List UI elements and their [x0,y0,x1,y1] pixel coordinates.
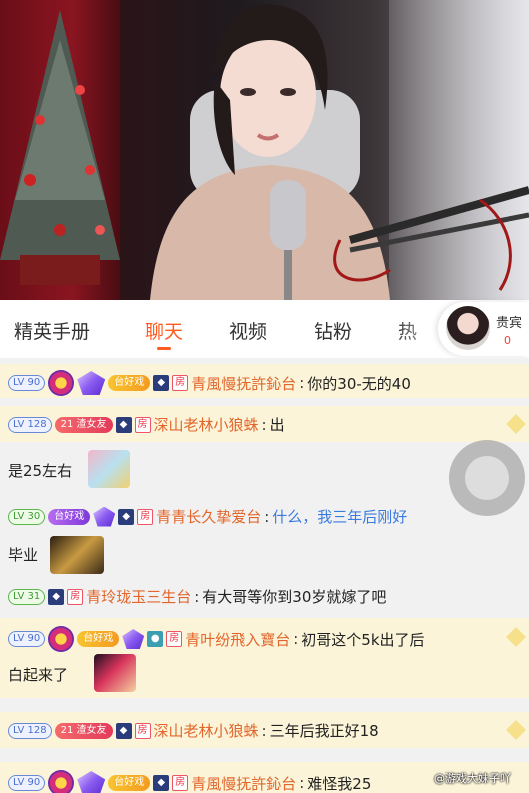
username[interactable]: 深山老林小狼蛛 [154,414,259,435]
fan-badge: 台好戏 [48,508,91,525]
chat-list[interactable]: LV 90 台好戏 ◆ 房 青風慢抚許鈊台 : 你的30-无的40 LV 128… [0,358,529,793]
username[interactable]: 青叶纷飛入寶台 [185,629,290,650]
vip-count: 0 [504,334,511,347]
sticker-image [50,536,104,574]
guild-badge-icon [48,370,75,396]
chat-message: LV 128 21 渣女友 ◆ 房 深山老林小狼蛛 : 出 [0,406,529,442]
guild-badge-icon [48,770,75,793]
message-text: 初哥这个5k出了后 [301,630,425,649]
username[interactable]: 青玲珑玉三生台 [86,586,191,607]
diamond-icon [506,414,526,434]
sticker-image [88,450,130,488]
username[interactable]: 青風慢抚許鈊台 [191,373,296,394]
message-text: 三年后我正好18 [269,722,379,740]
gem-badge-icon [77,771,106,793]
tab-diamond-fans[interactable]: 钻粉 [314,317,352,344]
tab-chat[interactable]: 聊天 [145,317,183,344]
chat-message: LV 128 21 渣女友 ◆ 房 深山老林小狼蛛 : 三年后我正好18 [0,712,529,748]
room-tag: 房 [67,588,84,605]
floating-action-button[interactable] [449,440,525,516]
floating-button-icon [465,456,509,500]
room-tag: 房 [166,631,183,647]
level-badge: LV 90 [8,775,46,791]
username[interactable]: 青青长久挚爱台 [156,506,261,527]
microphone [270,180,529,300]
message-text: 有大哥等你到30岁就嫁了吧 [202,588,387,606]
tab-bar: 精英手册 聊天 视频 钻粉 热 贵宾 0 [0,300,529,359]
chat-message: LV 90 台好戏 ◆ 房 青風慢抚許鈊台 : 你的30-无的40 [0,364,529,398]
fan-badge: 台好戏 [77,631,120,647]
host-avatar [446,306,490,350]
chat-message: LV 30 台好戏 ◆ 房 青青长久挚爱台 : 什么，我三年后刚好 [8,506,407,527]
level-badge: LV 31 [8,588,46,605]
message-text: 你的30-无的40 [307,374,411,393]
vip-label: 贵宾 [496,316,523,331]
room-tag: 房 [134,722,151,739]
message-text: 毕业 [8,546,39,564]
gem-badge-icon [122,629,145,649]
live-video[interactable] [0,0,529,300]
tab-chat-indicator [157,347,171,350]
level-badge: LV 90 [8,631,46,647]
message-text: 出 [269,416,285,434]
sticker-image [94,654,136,692]
message-text: 是25左右 [8,462,73,480]
level-badge: LV 30 [8,508,46,525]
noble-icon: ◆ [48,588,65,605]
guild-badge-icon [48,626,75,652]
fan-badge: 21 渣女友 [54,416,113,433]
chat-message: LV 31 ◆ 房 青玲珑玉三生台 : 有大哥等你到30岁就嫁了吧 [8,586,386,607]
room-tag: 房 [172,375,189,391]
noble-icon: ◆ [153,775,170,791]
level-badge: LV 90 [8,375,46,391]
christmas-tree [0,10,120,285]
diamond-icon [506,720,526,740]
noble-icon: ◆ [153,375,170,391]
noble-icon: ◆ [118,508,135,525]
room-tag: 房 [134,416,151,433]
vip-panel[interactable]: 贵宾 0 [438,302,529,356]
level-badge: LV 128 [8,722,52,739]
tab-elite-manual[interactable]: 精英手册 [14,317,90,344]
gem-badge-icon [77,371,106,395]
message-text: 白起来了 [8,666,69,684]
noble-icon: ● [147,631,164,647]
noble-icon: ◆ [115,722,132,739]
fan-badge: 21 渣女友 [54,722,113,739]
gem-badge-icon [93,506,116,527]
room-tag: 房 [137,508,154,525]
watermark: @游戏大妹子吖 [434,772,511,785]
username[interactable]: 青風慢抚許鈊台 [191,773,296,793]
username[interactable]: 深山老林小狼蛛 [154,720,259,741]
diamond-icon [506,627,526,647]
message-text: 难怪我25 [307,774,372,793]
message-text: 什么，我三年后刚好 [272,508,408,526]
noble-icon: ◆ [115,416,132,433]
fan-badge: 台好戏 [108,775,151,791]
fan-badge: 台好戏 [108,375,151,391]
tab-video[interactable]: 视频 [229,317,267,344]
room-tag: 房 [172,775,189,791]
level-badge: LV 128 [8,416,52,433]
chat-message: LV 90 台好戏 ● 房 青叶纷飛入寶台 : 初哥这个5k出了后 白起来了 [0,618,529,698]
